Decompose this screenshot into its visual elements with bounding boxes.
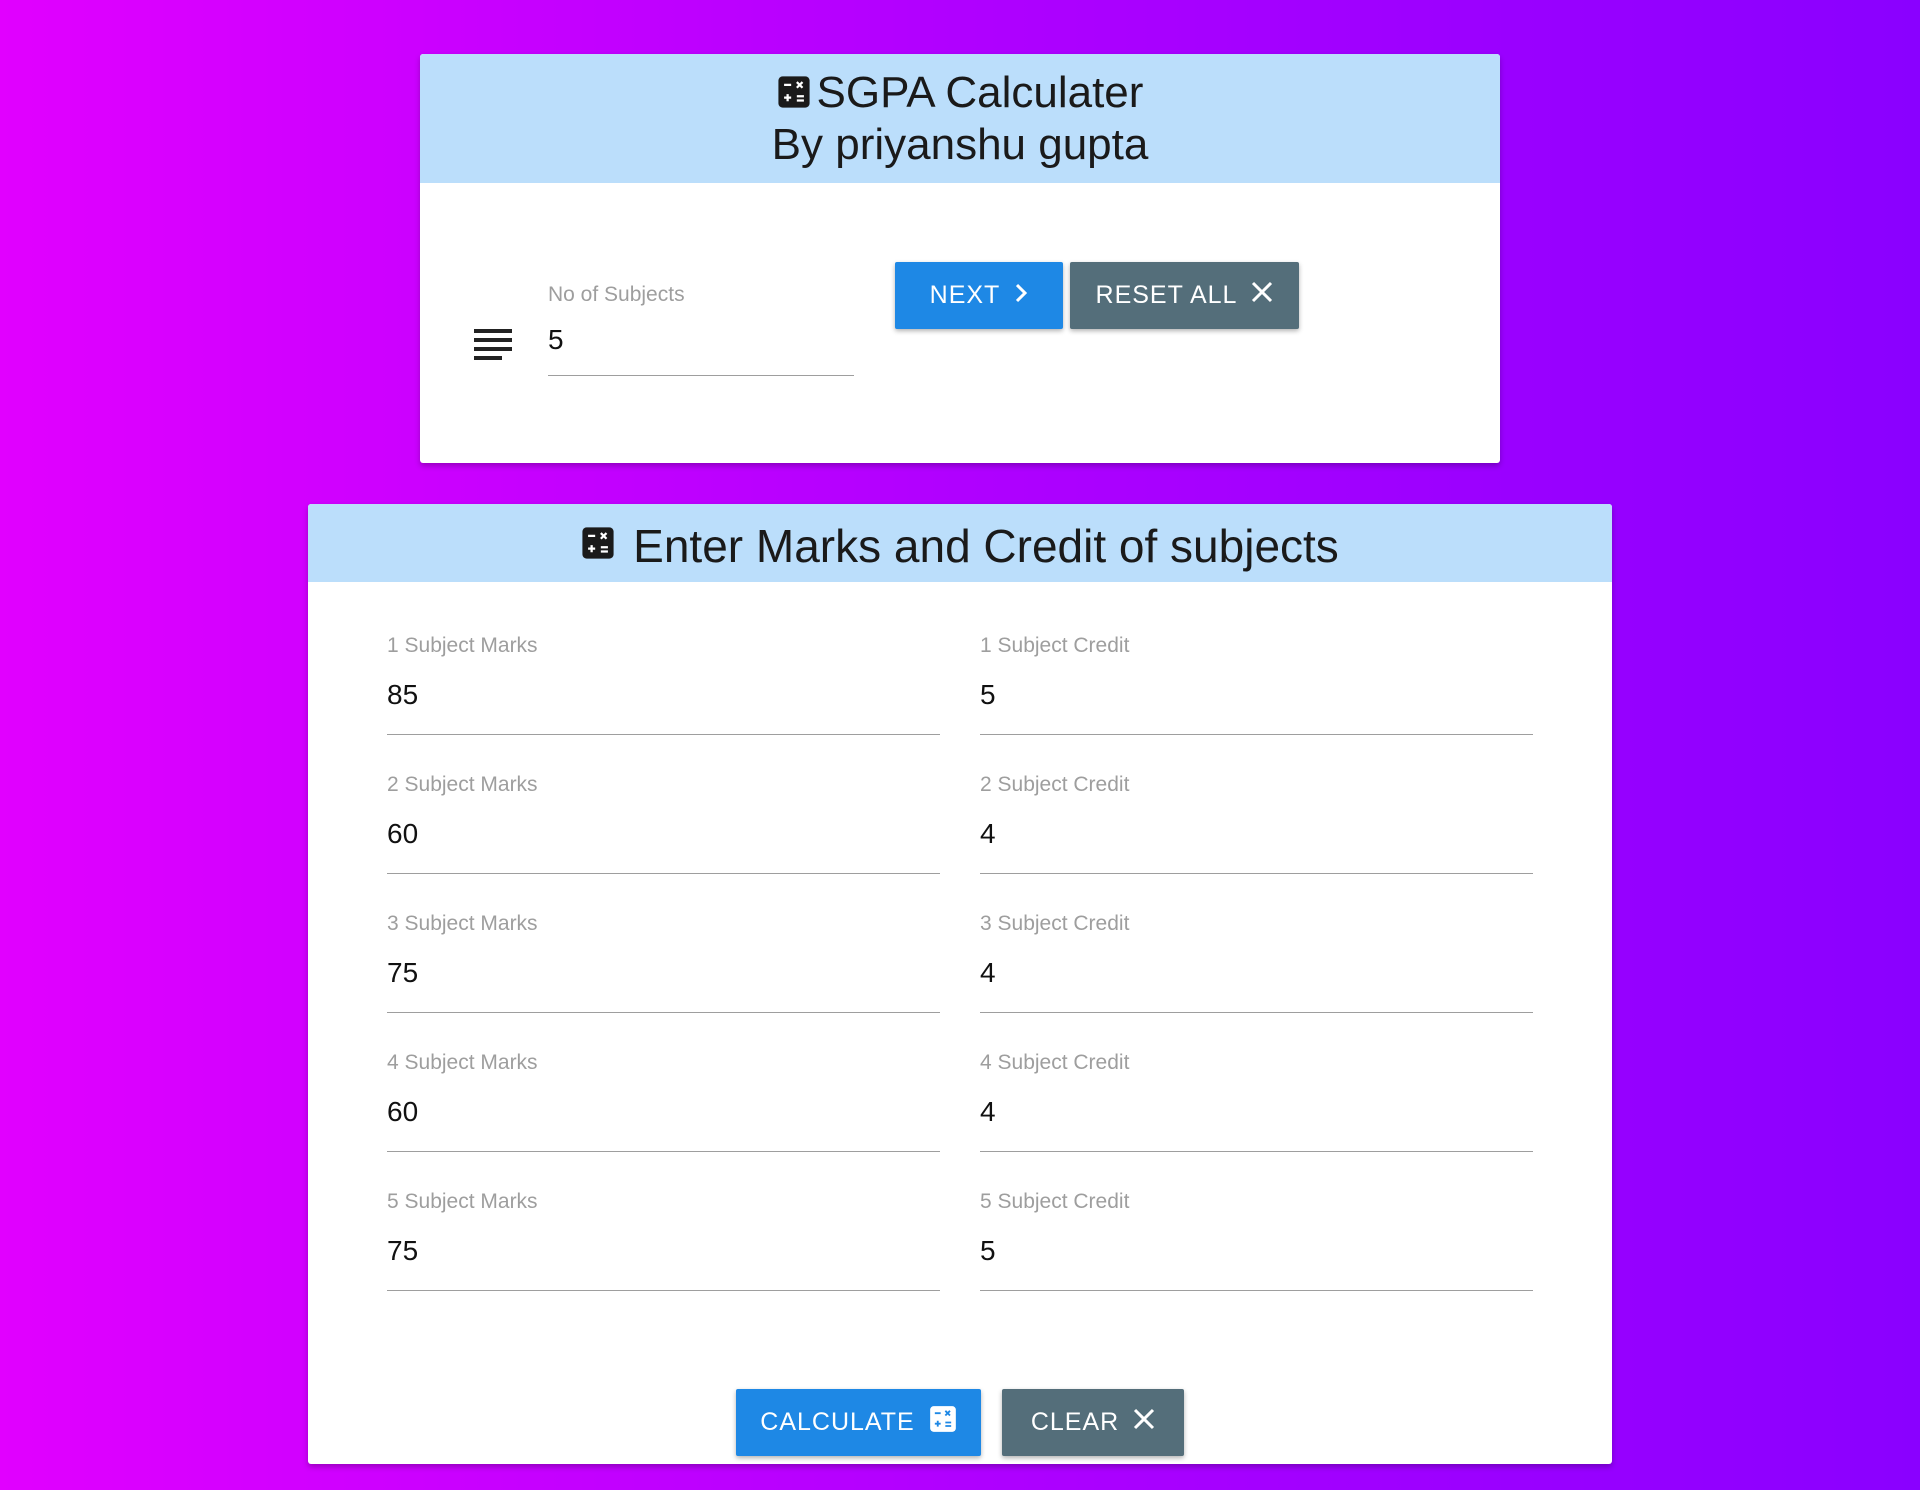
subjects-count-input[interactable]: 5 <box>548 307 854 376</box>
next-button[interactable]: NEXT <box>895 262 1063 329</box>
calculate-button[interactable]: CALCULATE <box>736 1389 981 1456</box>
subject-marks-label: 4 Subject Marks <box>387 1051 538 1074</box>
app-title: SGPA Calculater <box>816 68 1144 117</box>
subject-3-credit-field[interactable]: 3 Subject Credit 4 <box>980 912 1533 1013</box>
subject-3-marks-field[interactable]: 3 Subject Marks 75 <box>387 912 940 1013</box>
subject-marks-label: 1 Subject Marks <box>387 634 538 657</box>
subject-1-marks-input[interactable]: 85 <box>387 658 940 735</box>
close-icon <box>1251 281 1273 310</box>
subject-credit-label: 2 Subject Credit <box>980 773 1130 796</box>
app-header: SGPA Calculater By priyanshu gupta <box>420 54 1500 183</box>
clear-button-label: CLEAR <box>1030 1408 1120 1436</box>
subjects-count-label: No of Subjects <box>548 283 685 306</box>
subject-credit-label: 4 Subject Credit <box>980 1051 1130 1074</box>
subject-credit-label: 3 Subject Credit <box>980 912 1130 935</box>
subject-3-marks-input[interactable]: 75 <box>387 936 940 1013</box>
calculator-icon <box>777 70 811 120</box>
entry-title: Enter Marks and Credit of subjects <box>633 520 1339 572</box>
setup-card: SGPA Calculater By priyanshu gupta No of… <box>420 54 1500 463</box>
subject-2-marks-field[interactable]: 2 Subject Marks 60 <box>387 773 940 874</box>
subject-3-credit-input[interactable]: 4 <box>980 936 1533 1013</box>
subject-5-marks-field[interactable]: 5 Subject Marks 75 <box>387 1190 940 1291</box>
reset-all-button[interactable]: RESET ALL <box>1070 262 1299 329</box>
subject-marks-label: 2 Subject Marks <box>387 773 538 796</box>
entry-header: Enter Marks and Credit of subjects <box>308 504 1612 582</box>
subject-1-marks-field[interactable]: 1 Subject Marks 85 <box>387 634 940 735</box>
subject-5-credit-input[interactable]: 5 <box>980 1214 1533 1291</box>
subject-marks-label: 5 Subject Marks <box>387 1190 538 1213</box>
clear-button[interactable]: CLEAR <box>1002 1389 1184 1456</box>
subject-4-credit-field[interactable]: 4 Subject Credit 4 <box>980 1051 1533 1152</box>
subject-5-credit-field[interactable]: 5 Subject Credit 5 <box>980 1190 1533 1291</box>
subject-2-credit-input[interactable]: 4 <box>980 797 1533 874</box>
subject-4-credit-input[interactable]: 4 <box>980 1075 1533 1152</box>
subject-1-credit-input[interactable]: 5 <box>980 658 1533 735</box>
subject-credit-label: 5 Subject Credit <box>980 1190 1130 1213</box>
subject-marks-label: 3 Subject Marks <box>387 912 538 935</box>
calculate-button-label: CALCULATE <box>760 1408 915 1436</box>
subject-5-marks-input[interactable]: 75 <box>387 1214 940 1291</box>
app-subtitle: By priyanshu gupta <box>771 120 1149 169</box>
subject-1-credit-field[interactable]: 1 Subject Credit 5 <box>980 634 1533 735</box>
subject-credit-label: 1 Subject Credit <box>980 634 1130 657</box>
subject-4-marks-field[interactable]: 4 Subject Marks 60 <box>387 1051 940 1152</box>
subject-2-credit-field[interactable]: 2 Subject Credit 4 <box>980 773 1533 874</box>
next-button-label: NEXT <box>929 281 1001 309</box>
subject-2-marks-input[interactable]: 60 <box>387 797 940 874</box>
reset-all-button-label: RESET ALL <box>1095 281 1238 309</box>
calculator-icon <box>929 1405 957 1440</box>
calculator-icon <box>581 504 615 584</box>
entry-card: Enter Marks and Credit of subjects 1 Sub… <box>308 504 1612 1464</box>
chevron-right-icon <box>1014 281 1028 310</box>
subject-4-marks-input[interactable]: 60 <box>387 1075 940 1152</box>
close-icon <box>1133 1408 1155 1437</box>
subjects-count-field[interactable]: No of Subjects 5 <box>548 283 854 376</box>
lines-icon <box>474 329 512 366</box>
